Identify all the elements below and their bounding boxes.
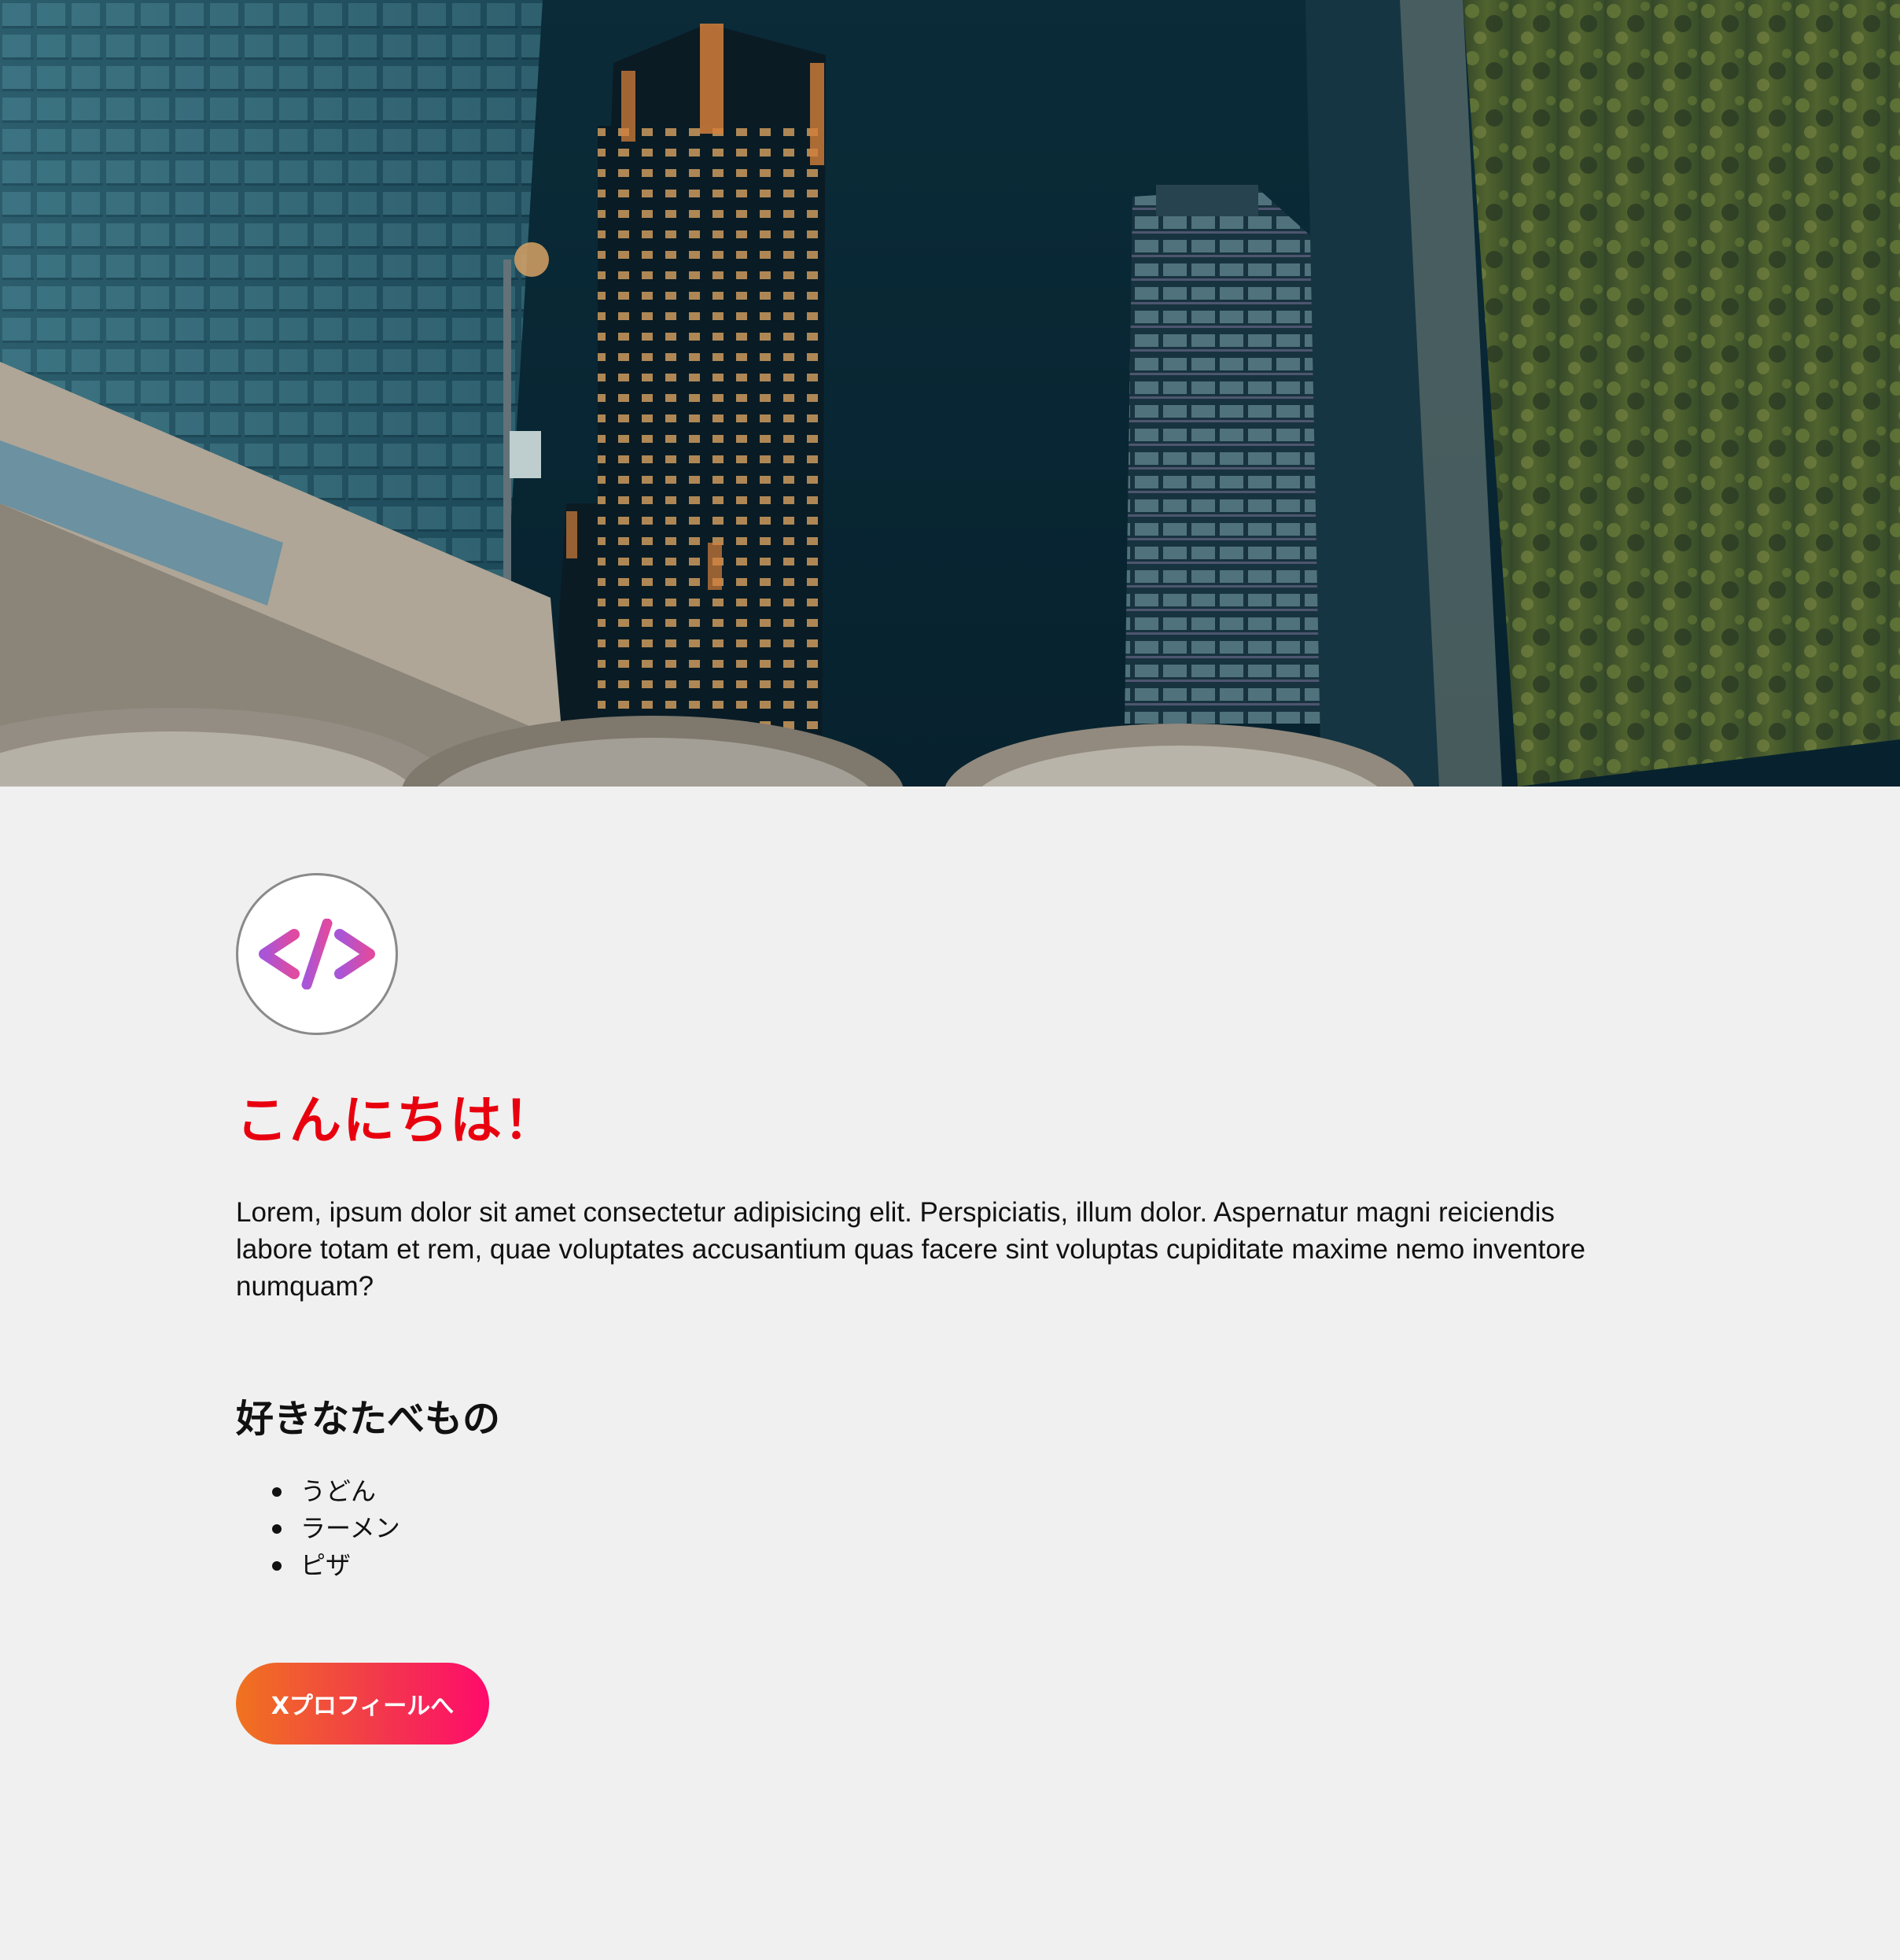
greeting-heading: こんにちは！ [236, 1090, 557, 1151]
page: こんにちは！ Lorem, ipsum dolor sit amet conse… [0, 0, 1900, 1960]
avatar [236, 873, 398, 1035]
city-night-photo [0, 0, 1900, 787]
intro-paragraph: Lorem, ipsum dolor sit amet consectetur … [236, 1197, 1585, 1302]
list-item: ラーメン [272, 1510, 1651, 1547]
code-icon [259, 919, 375, 989]
x-profile-button[interactable]: Xプロフィールへ [236, 1663, 489, 1744]
list-item: うどん [272, 1473, 1651, 1510]
hero-image [0, 0, 1900, 787]
favorite-foods-heading: 好きなたべもの [236, 1397, 501, 1441]
main-content: こんにちは！ Lorem, ipsum dolor sit amet conse… [236, 873, 1651, 1744]
favorite-foods-list: うどん ラーメン ピザ [236, 1473, 1651, 1584]
list-item: ピザ [272, 1547, 1651, 1584]
